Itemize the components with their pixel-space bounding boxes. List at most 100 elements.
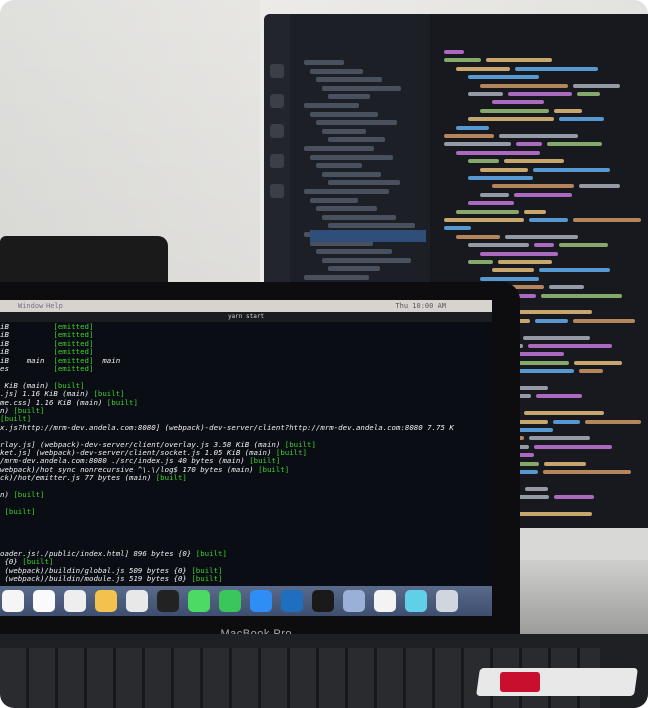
- debug-icon: [270, 154, 284, 168]
- terminal-line-text: es: [0, 364, 54, 373]
- code-token: [499, 134, 578, 138]
- code-token: [456, 125, 489, 130]
- file-tree-row[interactable]: [310, 111, 378, 117]
- file-tree-row[interactable]: [316, 120, 397, 126]
- terminal-status-tag: [built]: [275, 448, 308, 457]
- notes-icon[interactable]: [33, 590, 55, 612]
- code-token: [529, 436, 590, 441]
- file-tree-row[interactable]: [322, 214, 396, 220]
- file-tree-row[interactable]: [328, 223, 415, 229]
- file-tree-row[interactable]: [316, 249, 392, 255]
- code-token: [573, 318, 635, 323]
- terminal-2-icon[interactable]: [312, 590, 334, 612]
- reminders-icon[interactable]: [64, 590, 86, 612]
- file-tree-row[interactable]: [316, 206, 377, 212]
- file-tree-row[interactable]: [304, 146, 374, 151]
- code-token: [536, 394, 582, 399]
- menu-item-window[interactable]: Window: [18, 302, 43, 310]
- code-token: [519, 386, 548, 390]
- code-token: [504, 159, 564, 164]
- code-token: [547, 142, 602, 147]
- file-tree-row[interactable]: [310, 68, 363, 74]
- terminal-line: [built]: [0, 507, 35, 516]
- terminal-icon[interactable]: [157, 590, 179, 612]
- terminal-status-tag: [built]: [13, 490, 45, 499]
- launchpad-icon[interactable]: [343, 590, 365, 612]
- code-token: [492, 184, 574, 189]
- extensions-icon: [270, 184, 284, 198]
- code-token: [518, 512, 592, 516]
- terminal-line-text: n): [0, 490, 14, 499]
- dock: [0, 586, 492, 616]
- menu-bar: Window Help Thu 10:00 AM: [0, 300, 492, 312]
- code-token: [480, 192, 509, 197]
- code-token: [456, 209, 519, 214]
- code-token: [553, 419, 580, 424]
- vscode-icon[interactable]: [281, 590, 303, 612]
- code-token: [579, 369, 603, 374]
- code-token: [486, 58, 552, 63]
- code-token: [444, 218, 524, 222]
- preview-icon[interactable]: [405, 590, 427, 612]
- file-tree-row[interactable]: [322, 257, 411, 263]
- code-token: [515, 66, 598, 71]
- code-token: [554, 108, 582, 113]
- terminal-title: yarn start: [227, 313, 265, 320]
- code-token: [456, 150, 540, 155]
- code-token: [541, 293, 622, 298]
- code-token: [574, 360, 622, 365]
- app-store-icon[interactable]: [250, 590, 272, 612]
- terminal-line-text: x.js?http://mrm-dev.andela.com:8080] (we…: [0, 422, 454, 432]
- file-tree-row[interactable]: [304, 189, 389, 194]
- file-tree-row[interactable]: [322, 85, 401, 91]
- file-tree-row[interactable]: [304, 103, 359, 108]
- code-token: [468, 243, 529, 248]
- code-token: [525, 486, 548, 491]
- messages-icon[interactable]: [188, 590, 210, 612]
- code-token: [508, 92, 572, 96]
- code-token: [492, 100, 544, 105]
- code-token: [559, 243, 608, 248]
- code-token: [535, 318, 568, 323]
- code-token: [544, 461, 586, 466]
- files-icon: [270, 64, 284, 78]
- file-tree-row[interactable]: [328, 137, 385, 143]
- photos-icon[interactable]: [95, 590, 117, 612]
- music-icon[interactable]: [374, 590, 396, 612]
- code-token: [468, 260, 493, 264]
- code-token: [480, 108, 549, 113]
- file-tree-row[interactable]: [328, 266, 380, 272]
- code-token: [468, 201, 514, 206]
- file-tree-row[interactable]: [316, 163, 362, 169]
- editor-selected-file: [310, 230, 426, 242]
- menu-item-help[interactable]: Help: [46, 302, 63, 310]
- code-token: [559, 117, 604, 122]
- terminal-line: x.js?http://mrm-dev.andela.com:8080] (we…: [0, 423, 454, 432]
- code-token: [444, 58, 481, 63]
- file-tree-row[interactable]: [322, 128, 366, 134]
- terminal-status-tag: [built]: [195, 548, 227, 558]
- file-tree-row[interactable]: [328, 180, 400, 186]
- code-token: [528, 344, 612, 348]
- slack-icon[interactable]: [126, 590, 148, 612]
- code-token: [444, 226, 471, 231]
- file-tree-row[interactable]: [304, 60, 344, 65]
- calendar-icon[interactable]: [2, 590, 24, 612]
- file-tree-row[interactable]: [328, 94, 370, 100]
- terminal-line: n) [built]: [0, 490, 45, 499]
- code-token: [456, 66, 510, 71]
- monitor-stand: [510, 528, 648, 564]
- code-token: [480, 167, 528, 172]
- terminal-line-text: ck)/hot/emitter.js 77 bytes (main): [0, 473, 156, 483]
- source-control-icon: [270, 124, 284, 138]
- facetime-icon[interactable]: [219, 590, 241, 612]
- sticker-logo: [500, 672, 540, 692]
- code-token: [480, 83, 568, 88]
- terminal-line-text: (webpack)/buildin/module.js 519 bytes {0…: [0, 574, 192, 583]
- file-tree-row[interactable]: [310, 154, 393, 160]
- file-tree-row[interactable]: [304, 275, 369, 280]
- trash-icon[interactable]: [436, 590, 458, 612]
- file-tree-row[interactable]: [316, 77, 382, 83]
- file-tree-row[interactable]: [322, 171, 381, 177]
- file-tree-row[interactable]: [310, 197, 358, 203]
